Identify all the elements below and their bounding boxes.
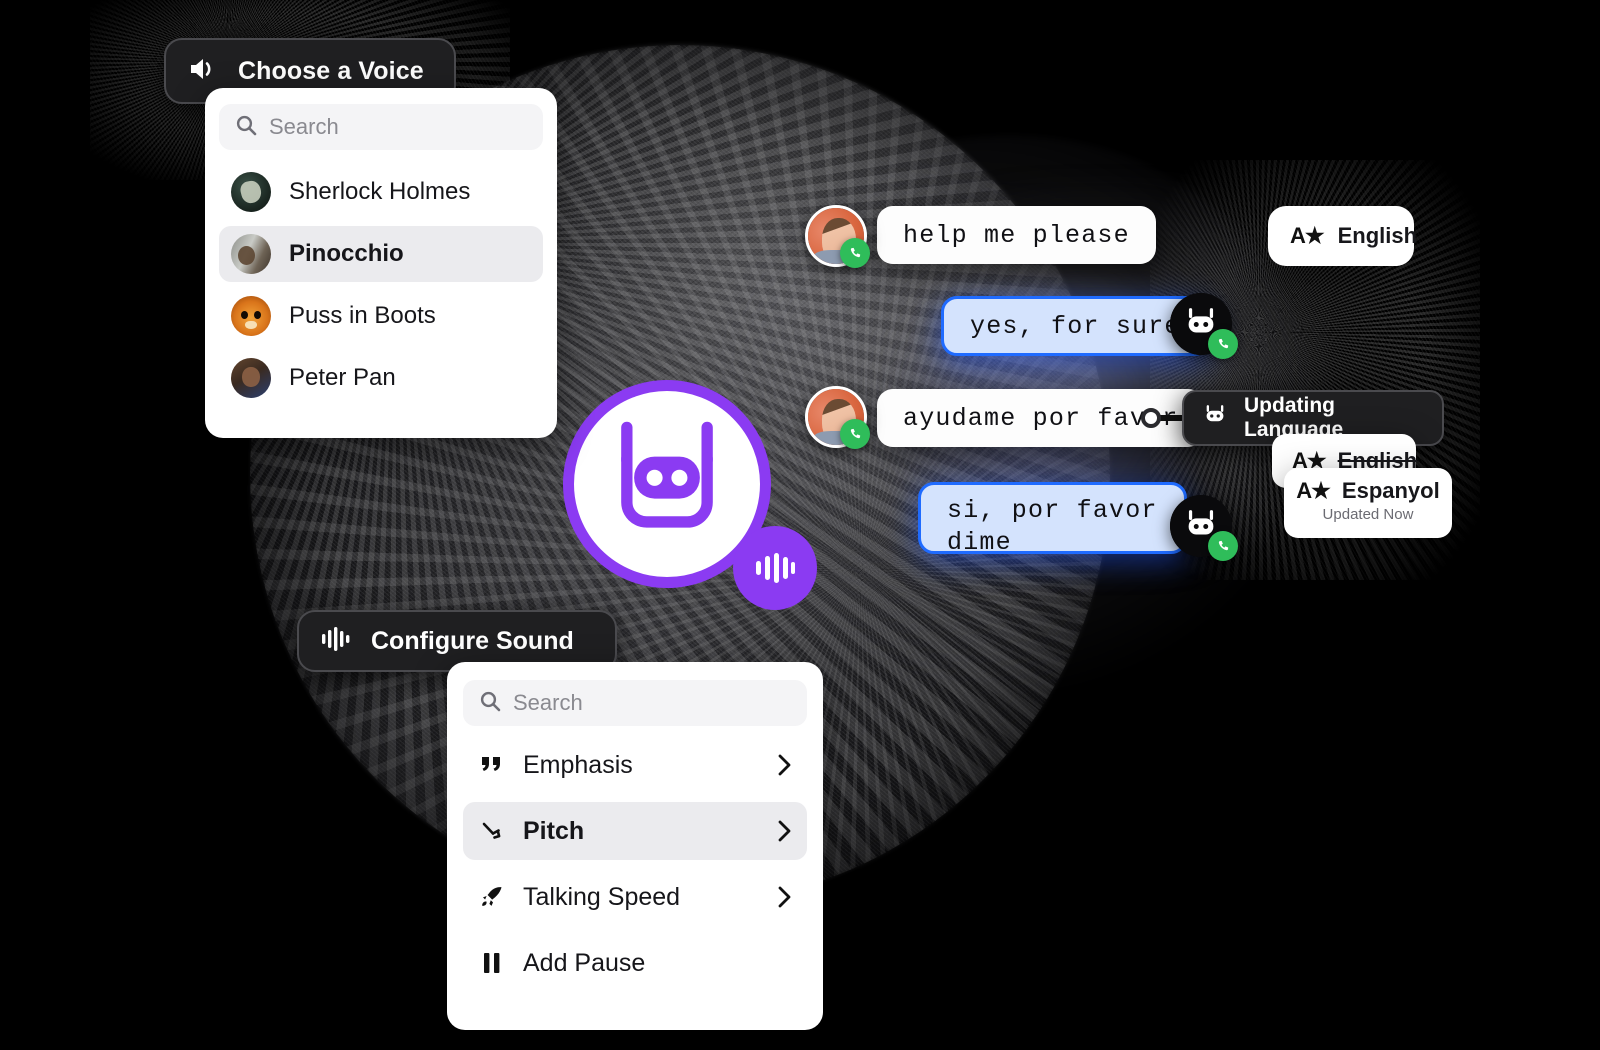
language-new-status: Updated Now xyxy=(1322,506,1414,523)
phone-icon xyxy=(1208,329,1238,359)
message-text: yes, for sure xyxy=(970,311,1181,341)
voice-item-puss-in-boots[interactable]: Puss in Boots xyxy=(219,288,543,344)
choose-voice-label: Choose a Voice xyxy=(238,56,424,85)
language-new-label: Espanyol xyxy=(1341,478,1440,503)
rocket-icon xyxy=(477,886,507,908)
language-new-card[interactable]: A★ Espanyol Updated Now xyxy=(1284,468,1452,538)
language-current-pill[interactable]: A★ English xyxy=(1268,206,1418,266)
menu-item-label: Add Pause xyxy=(523,948,646,977)
voice-item-pinocchio[interactable]: Pinocchio xyxy=(219,226,543,282)
sound-panel: Search Emphasis Pitch Talking Speed Add … xyxy=(447,662,823,1030)
menu-item-label: Talking Speed xyxy=(523,882,681,911)
waveform-badge xyxy=(733,526,817,610)
chevron-right-icon xyxy=(777,753,793,777)
search-icon xyxy=(479,690,501,717)
sound-search-input[interactable]: Search xyxy=(463,680,807,726)
voice-item-label: Pinocchio xyxy=(289,240,404,267)
menu-item-pitch[interactable]: Pitch xyxy=(463,802,807,860)
voice-item-label: Sherlock Holmes xyxy=(289,178,471,205)
message-text: ayudame por favor xyxy=(903,403,1179,433)
sound-search-placeholder: Search xyxy=(513,690,583,715)
waveform-icon xyxy=(321,625,351,658)
sound-menu-list: Emphasis Pitch Talking Speed Add Pause xyxy=(463,736,807,992)
canvas: Choose a Voice Search Sherlock Holmes Pi… xyxy=(0,0,1600,1050)
avatar xyxy=(231,296,271,336)
voice-item-sherlock-holmes[interactable]: Sherlock Holmes xyxy=(219,164,543,220)
brand-logo xyxy=(563,380,817,610)
menu-item-label: Emphasis xyxy=(523,750,633,779)
translate-a-star-icon: A★ xyxy=(1296,478,1331,503)
voice-search-placeholder: Search xyxy=(269,114,339,139)
menu-item-add-pause[interactable]: Add Pause xyxy=(463,934,807,992)
message-bubble-bot-2: si, por favor dime xyxy=(918,482,1187,557)
translate-a-star-icon: A★ xyxy=(1290,223,1325,248)
chevron-right-icon xyxy=(777,819,793,843)
search-icon xyxy=(235,114,257,141)
menu-item-talking-speed[interactable]: Talking Speed xyxy=(463,868,807,926)
voice-item-label: Puss in Boots xyxy=(289,302,436,329)
message-text: help me please xyxy=(903,220,1130,250)
speaker-icon xyxy=(188,56,218,87)
menu-item-label: Pitch xyxy=(523,816,585,845)
menu-item-emphasis[interactable]: Emphasis xyxy=(463,736,807,794)
phone-icon xyxy=(840,419,870,449)
avatar xyxy=(231,234,271,274)
chevron-right-icon xyxy=(777,885,793,909)
pitch-arrow-icon xyxy=(477,820,507,842)
voice-item-peter-pan[interactable]: Peter Pan xyxy=(219,350,543,406)
bot-avatar-1 xyxy=(1170,293,1238,359)
robot-icon xyxy=(1202,403,1228,434)
voice-panel: Search Sherlock Holmes Pinocchio Puss in… xyxy=(205,88,557,438)
user-avatar-1 xyxy=(805,205,870,268)
language-current-label: English xyxy=(1337,223,1418,248)
quote-icon xyxy=(477,755,507,775)
voice-list: Sherlock Holmes Pinocchio Puss in Boots … xyxy=(219,164,543,406)
phone-icon xyxy=(1208,531,1238,561)
user-avatar-2 xyxy=(805,386,870,449)
phone-icon xyxy=(840,238,870,268)
avatar xyxy=(231,172,271,212)
voice-item-label: Peter Pan xyxy=(289,364,396,391)
configure-sound-label: Configure Sound xyxy=(371,626,574,655)
pause-icon xyxy=(477,952,507,974)
message-text: si, por favor dime xyxy=(947,496,1158,557)
bot-avatar-2 xyxy=(1170,495,1238,561)
message-bubble-user-1: help me please xyxy=(877,206,1156,264)
avatar xyxy=(231,358,271,398)
voice-search-input[interactable]: Search xyxy=(219,104,543,150)
connector-dot xyxy=(1141,408,1161,428)
